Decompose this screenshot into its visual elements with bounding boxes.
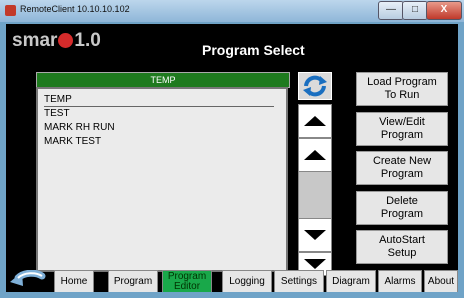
back-button[interactable] xyxy=(6,269,48,292)
list-item[interactable]: TEMP xyxy=(44,93,274,107)
title-bar: RemoteClient 10.10.10.102 — □ X xyxy=(0,0,464,22)
tab-logging[interactable]: Logging xyxy=(222,270,272,292)
down-arrow-icon xyxy=(304,230,326,240)
scroll-page-up-button[interactable] xyxy=(298,104,332,138)
tab-home[interactable]: Home xyxy=(54,270,94,292)
create-new-program-button[interactable]: Create New Program xyxy=(356,151,448,185)
scroll-up-button[interactable] xyxy=(298,138,332,172)
selected-program-header: TEMP xyxy=(36,72,290,88)
down-arrow-icon xyxy=(304,259,326,269)
tab-program[interactable]: Program xyxy=(108,270,158,292)
tab-settings[interactable]: Settings xyxy=(274,270,324,292)
tab-alarms[interactable]: Alarms xyxy=(378,270,422,292)
window-title: RemoteClient 10.10.10.102 xyxy=(20,4,130,14)
app-icon xyxy=(5,5,16,16)
list-item[interactable]: MARK TEST xyxy=(44,135,274,148)
tab-program-editor[interactable]: Program Editor xyxy=(162,270,212,292)
delete-program-button[interactable]: Delete Program xyxy=(356,191,448,225)
close-button[interactable]: X xyxy=(426,1,462,20)
back-arrow-icon xyxy=(10,269,46,286)
up-arrow-icon xyxy=(304,116,326,126)
tab-about[interactable]: About xyxy=(424,270,458,292)
refresh-button[interactable] xyxy=(298,72,332,100)
page-title: Program Select xyxy=(202,42,305,58)
program-list[interactable]: TEMP TEST MARK RH RUN MARK TEST xyxy=(36,87,288,272)
tab-diagram[interactable]: Diagram xyxy=(326,270,376,292)
view-edit-program-button[interactable]: View/Edit Program xyxy=(356,112,448,146)
logo-ring-icon xyxy=(58,33,74,48)
list-item[interactable]: TEST xyxy=(44,107,274,120)
load-program-button[interactable]: Load Program To Run xyxy=(356,72,448,106)
maximize-button[interactable]: □ xyxy=(402,1,428,20)
smart-logo: smar 1.0 xyxy=(12,30,101,51)
minimize-button[interactable]: — xyxy=(378,1,404,20)
refresh-icon xyxy=(303,75,327,97)
scrollbar-thumb[interactable] xyxy=(299,172,331,218)
list-item[interactable]: MARK RH RUN xyxy=(44,121,274,134)
bottom-nav: Home Program Program Editor Logging Sett… xyxy=(6,269,458,292)
scroll-down-button[interactable] xyxy=(298,218,332,252)
autostart-setup-button[interactable]: AutoStart Setup xyxy=(356,230,448,264)
hmi-screen: smar 1.0 Program Select TEMP TEMP TEST MA… xyxy=(6,24,458,292)
app-window: RemoteClient 10.10.10.102 — □ X smar 1.0 … xyxy=(0,0,464,298)
up-arrow-icon xyxy=(304,150,326,160)
